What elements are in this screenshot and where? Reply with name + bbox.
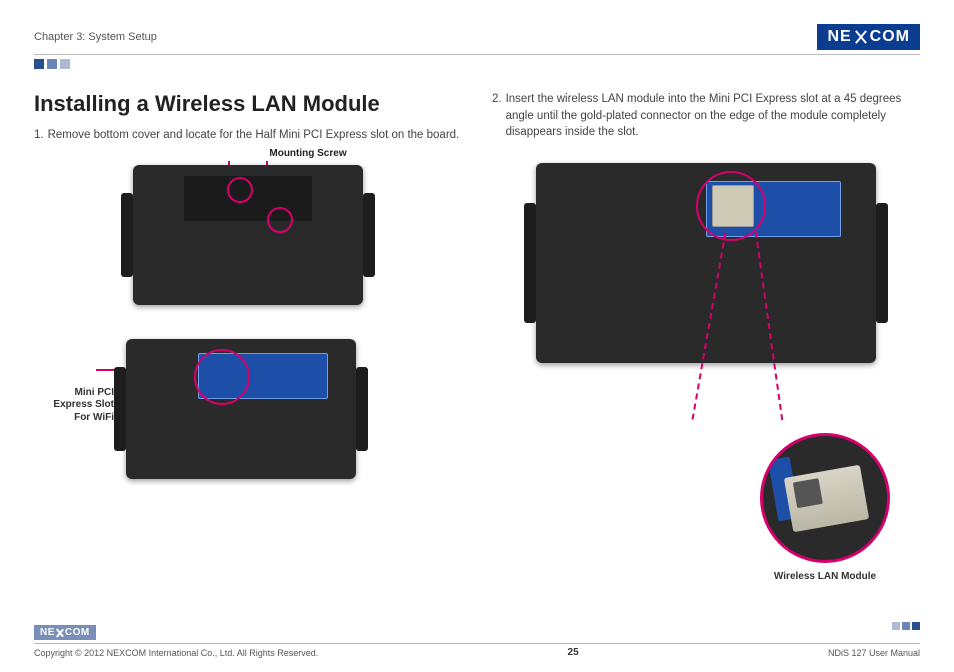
right-column: 2. Insert the wireless LAN module into t… — [492, 91, 920, 582]
logo-text-left: NE — [827, 28, 851, 46]
label-line: Express Slot — [34, 399, 114, 412]
closeup-group: Wireless LAN Module — [760, 433, 890, 582]
step-text: Remove bottom cover and locate for the H… — [48, 127, 462, 144]
device-flange — [876, 203, 888, 323]
page-title: Installing a Wireless LAN Module — [34, 91, 462, 117]
device-flange — [363, 193, 375, 277]
device-flange — [114, 367, 126, 451]
device-flange — [356, 367, 368, 451]
figure-right-group — [536, 141, 876, 363]
footer-decor-squares — [892, 622, 920, 630]
step-1: 1. Remove bottom cover and locate for th… — [34, 127, 462, 144]
page-footer: NE COM Copyright © 2012 NEXCOM Internati… — [34, 625, 920, 658]
step-2: 2. Insert the wireless LAN module into t… — [492, 91, 920, 141]
mounting-screw-label: Mounting Screw — [154, 148, 462, 159]
footer-bar: Copyright © 2012 NEXCOM International Co… — [34, 643, 920, 658]
nexcom-logo: NE COM — [817, 24, 920, 50]
decor-square — [902, 622, 910, 630]
device-photo-top — [133, 165, 363, 305]
decor-square — [892, 622, 900, 630]
footer-logo-right: COM — [65, 627, 90, 638]
decor-square — [60, 59, 70, 69]
closeup-module — [784, 464, 869, 531]
module-callout-circle — [696, 171, 766, 241]
page-number: 25 — [568, 647, 579, 658]
content-columns: Installing a Wireless LAN Module 1. Remo… — [34, 91, 920, 582]
device-flange — [121, 193, 133, 277]
decor-square — [912, 622, 920, 630]
logo-text-right: COM — [870, 28, 910, 46]
decor-square — [47, 59, 57, 69]
logo-x-icon — [854, 30, 868, 44]
copyright-text: Copyright © 2012 NEXCOM International Co… — [34, 648, 318, 658]
chapter-title: Chapter 3: System Setup — [34, 31, 157, 43]
step-number: 2. — [492, 91, 502, 141]
figure-bottom-group: Mini PCI Express Slot For WiFi — [34, 333, 462, 479]
step-text: Insert the wireless LAN module into the … — [506, 91, 920, 141]
closeup-photo — [760, 433, 890, 563]
page-header: Chapter 3: System Setup NE COM — [34, 24, 920, 55]
mini-pci-slot-label: Mini PCI Express Slot For WiFi — [34, 387, 114, 425]
screw-callout-circle — [227, 177, 253, 203]
footer-nexcom-logo: NE COM — [34, 625, 96, 640]
screw-callout-circle — [267, 207, 293, 233]
footer-logo-left: NE — [40, 627, 55, 638]
decor-square — [34, 59, 44, 69]
device-flange — [524, 203, 536, 323]
label-line: For WiFi — [34, 412, 114, 425]
slot-callout-circle — [194, 349, 250, 405]
device-photo-bottom — [126, 339, 356, 479]
decor-squares — [34, 59, 920, 69]
left-column: Installing a Wireless LAN Module 1. Remo… — [34, 91, 462, 582]
figure-top-group: Mounting Screw — [34, 144, 462, 305]
label-line: Mini PCI — [34, 387, 114, 400]
wlan-module-label: Wireless LAN Module — [760, 571, 890, 582]
footer-logo-x-icon — [56, 629, 64, 637]
document-name: NDiS 127 User Manual — [828, 648, 920, 658]
step-number: 1. — [34, 127, 44, 144]
